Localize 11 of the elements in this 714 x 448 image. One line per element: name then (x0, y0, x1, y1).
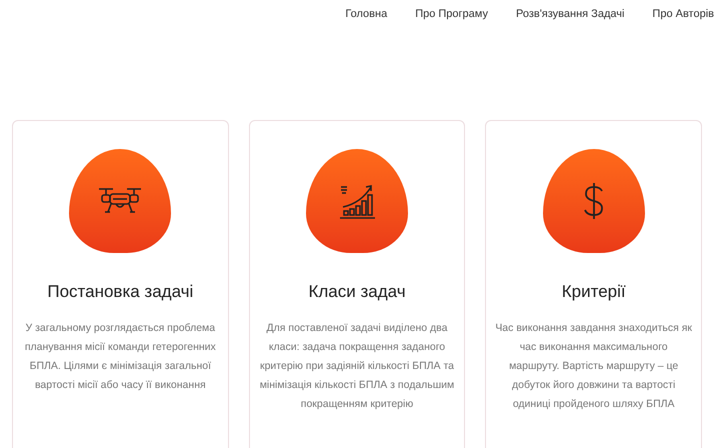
card-title: Класи задач (308, 281, 406, 303)
nav-link[interactable]: Головна (345, 6, 388, 120)
nav-link[interactable]: Про Авторів (652, 6, 714, 120)
card-title: Критерії (562, 281, 626, 303)
nav-link[interactable]: Розв'язування Задачі (516, 6, 624, 120)
card-description: Для поставленої задачі виділено два класи: задача покращення заданого критерію при задіяній кількості БПЛА та мінімізація кількості БПЛА з подальшим покращенням критерію (258, 320, 456, 412)
nav-link[interactable]: Про Програму (415, 6, 488, 120)
card-description: У загальному розглядається проблема планування місії команди гетерогенних БПЛА. Цілями є мінімізація загальної вартості місії або часу її виконання (24, 320, 217, 392)
card-description: Час виконання завдання знаходиться як час виконання максимального маршруту. Вартість маршруту – це добуток його довжини та вартості одиниці пройденого шляху БПЛА (494, 320, 694, 412)
dollar-icon (582, 181, 606, 221)
card-title: Постановка задачі (47, 281, 194, 303)
